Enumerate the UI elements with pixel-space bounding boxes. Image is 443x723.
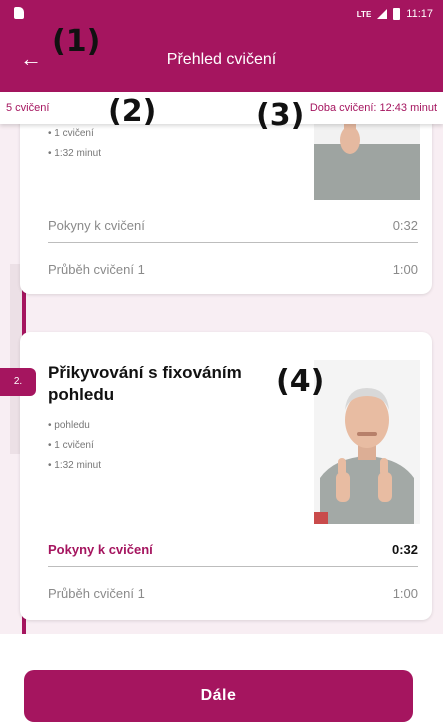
total-duration: Doba cvičení: 12:43 minut: [309, 102, 437, 114]
bullet-item: • 1:32 minut: [48, 148, 101, 159]
row-divider: [48, 242, 418, 243]
row-value: 0:32: [391, 542, 418, 557]
callout-3: (3): [256, 98, 305, 133]
callout-4: (4): [276, 364, 325, 399]
row-label: Průběh cvičení 1: [48, 262, 145, 277]
exercise-list[interactable]: • 1 cvičení • 1:32 minut Pokyny k cvičen…: [0, 124, 443, 634]
exercise-bullets: • 1 cvičení • 1:32 minut: [48, 124, 101, 164]
bullet-item: • pohledu: [48, 420, 90, 431]
step-number-badge: 2.: [0, 368, 36, 396]
row-label: Průběh cvičení 1: [48, 586, 145, 601]
exercise-photo: [314, 124, 420, 200]
instructions-row[interactable]: Pokyny k cvičení 0:32: [48, 218, 418, 233]
instructions-row-active[interactable]: Pokyny k cvičení 0:32: [48, 542, 418, 557]
callout-2: (2): [108, 94, 157, 129]
bullet-item: • 1:32 minut: [48, 460, 101, 471]
row-value: 1:00: [392, 586, 418, 601]
summary-bar: 5 cvičení Doba cvičení: 12:43 minut: [0, 92, 443, 124]
sd-card-icon: [14, 7, 24, 19]
bottom-bar: Dále: [0, 634, 443, 723]
status-time: 11:17: [406, 8, 433, 20]
bullet-item: • 1 cvičení: [48, 128, 94, 139]
row-value: 0:32: [392, 218, 418, 233]
exercise-bullets: • pohledu • 1 cvičení • 1:32 minut: [48, 416, 101, 476]
row-label: Pokyny k cvičení: [48, 218, 145, 233]
progress-row[interactable]: Průběh cvičení 1 1:00: [48, 586, 418, 601]
signal-icon: [377, 9, 388, 19]
bullet-item: • 1 cvičení: [48, 440, 94, 451]
row-divider: [48, 566, 418, 567]
callout-1: (1): [52, 24, 101, 59]
progress-row[interactable]: Průběh cvičení 1 1:00: [48, 262, 418, 277]
exercise-card-2[interactable]: Přikyvování s fixováním pohledu • pohled…: [20, 332, 432, 620]
row-value: 1:00: [392, 262, 418, 277]
next-button[interactable]: Dále: [24, 670, 413, 722]
lte-indicator: LTE: [356, 9, 372, 19]
row-label: Pokyny k cvičení: [48, 542, 153, 557]
exercise-count: 5 cvičení: [6, 102, 50, 114]
exercise-card-1[interactable]: • 1 cvičení • 1:32 minut Pokyny k cvičen…: [20, 124, 432, 294]
battery-icon: [393, 8, 401, 20]
exercise-title: Přikyvování s fixováním pohledu: [48, 363, 242, 404]
exercise-photo: [314, 360, 420, 524]
